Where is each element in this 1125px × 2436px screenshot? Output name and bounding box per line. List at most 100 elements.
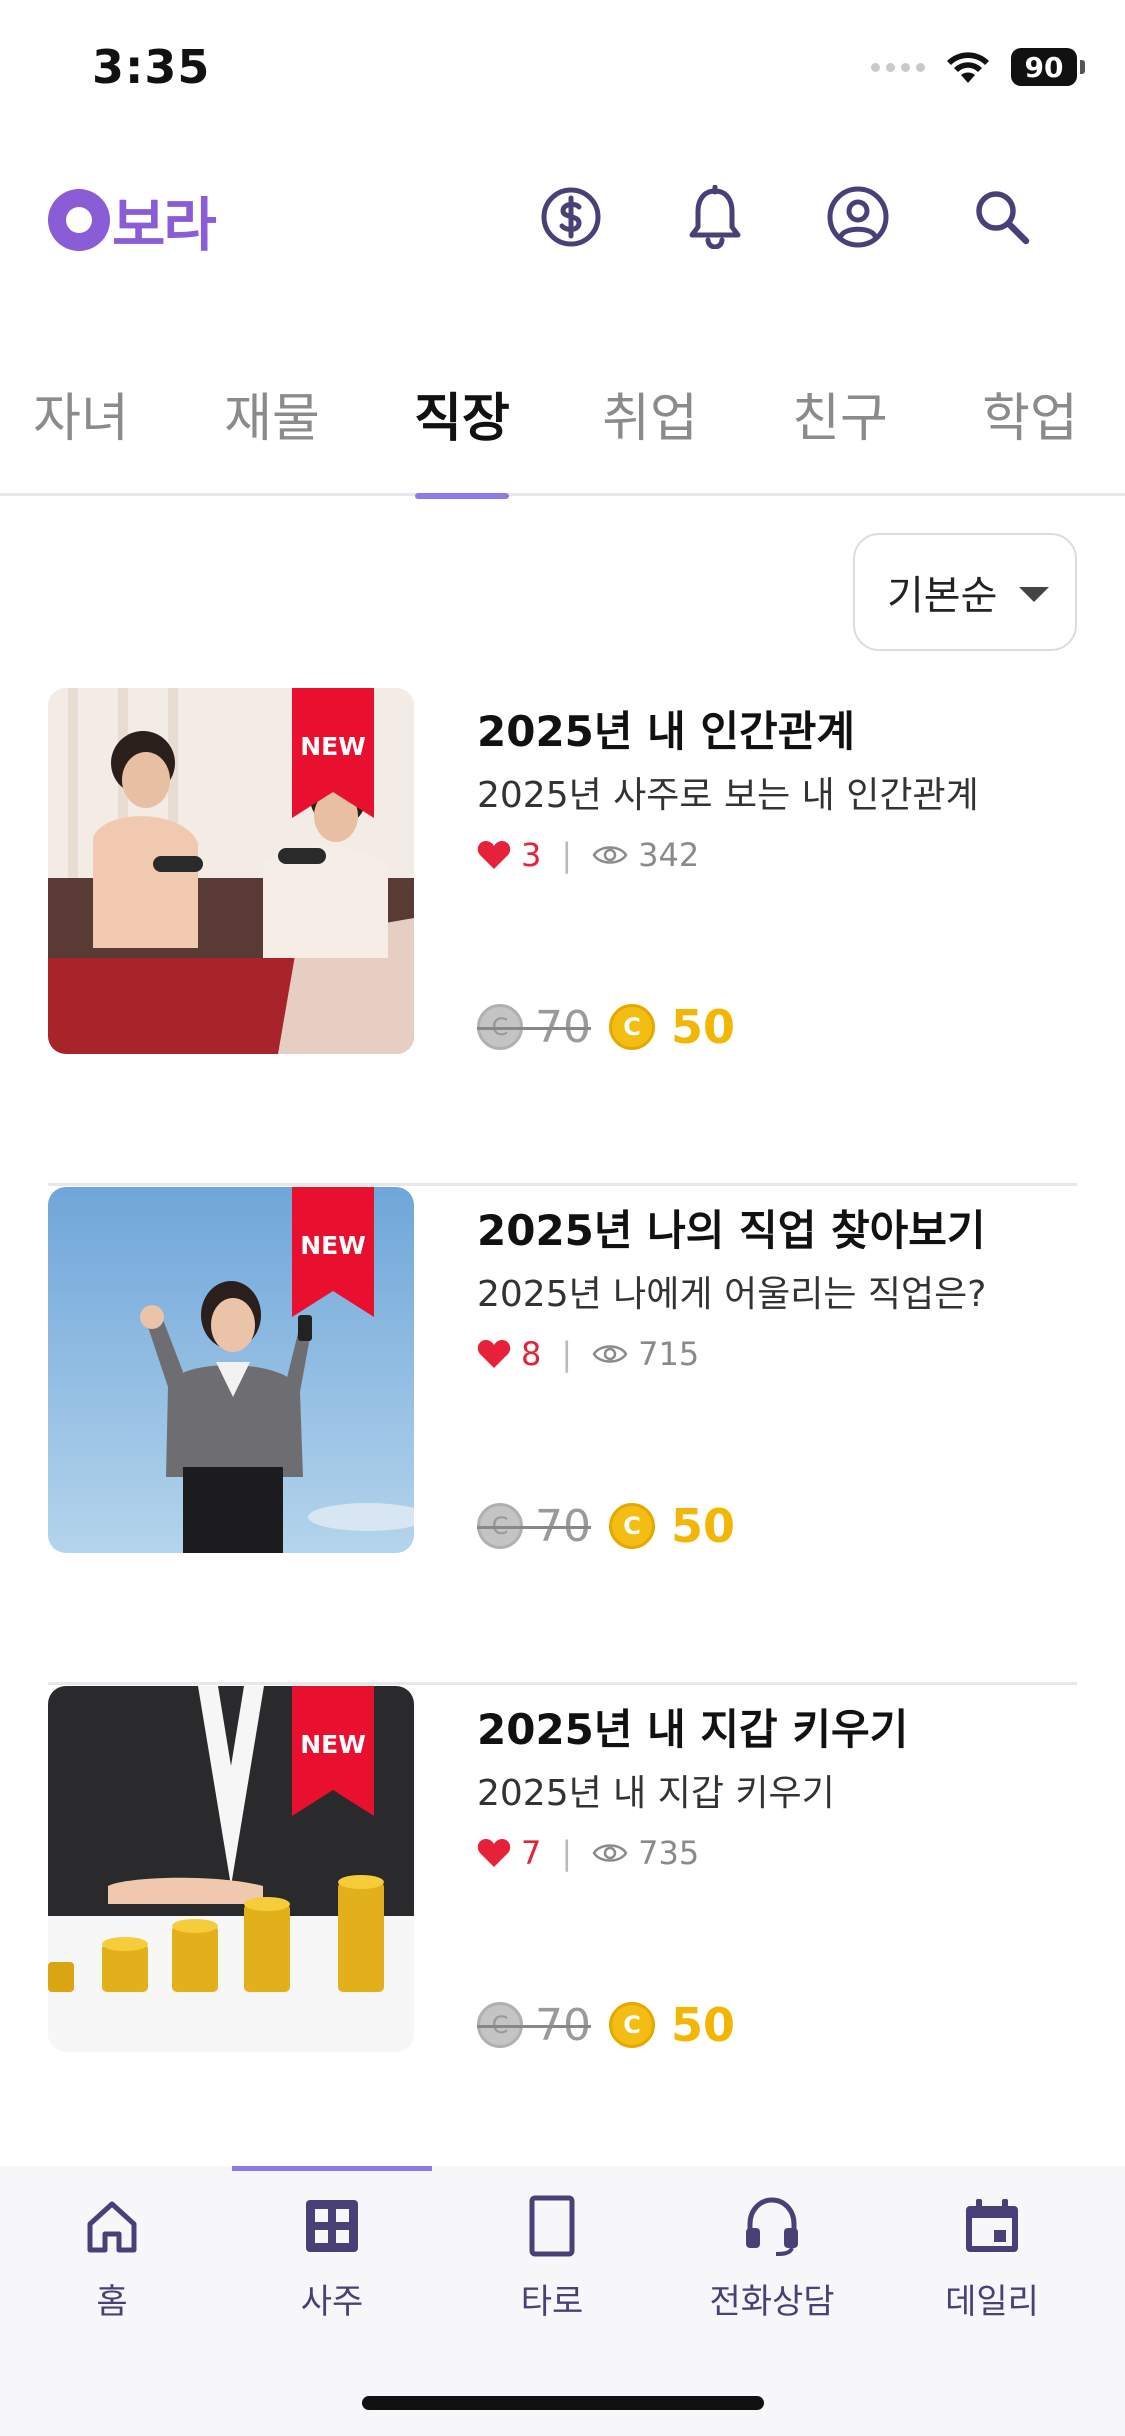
stat-divider: | [561,836,573,874]
bell-icon [689,185,741,249]
nav-label: 홈 [96,2282,128,2322]
original-price: C 70 [477,2000,591,2051]
product-subtitle: 2025년 내 지갑 키우기 [477,1773,835,1814]
tab-children[interactable]: 자녀 [0,368,176,496]
like-count: 3 [521,836,542,874]
grid-icon [306,2200,358,2252]
product-stats: 8 | 715 [477,1335,699,1373]
product-price: C 70 C 50 [477,1499,735,1553]
new-badge-label: NEW [300,732,366,761]
like-count: 7 [521,1834,542,1872]
active-tab-indicator [415,493,509,499]
nav-label: 사주 [300,2282,364,2322]
nav-phone-consult[interactable]: 전화상담 [672,2190,872,2323]
status-time: 3:35 [92,40,211,94]
tab-employment[interactable]: 취업 [555,368,745,496]
coin-icon: C [609,1503,655,1549]
nav-tarot[interactable]: 타로 [452,2190,652,2323]
tarot-card-icon [529,2195,575,2257]
product-subtitle: 2025년 사주로 보는 내 인간관계 [477,775,979,816]
eye-icon [592,1844,628,1862]
eye-icon [592,1345,628,1363]
sale-price: 50 [671,1499,736,1553]
heart-icon [477,1340,511,1368]
coin-button[interactable] [536,182,606,252]
original-price: C 70 [477,1501,591,1552]
battery-level: 90 [1011,48,1077,86]
product-thumbnail[interactable]: NEW [48,1187,414,1553]
stat-divider: | [561,1335,573,1373]
tab-label: 자녀 [33,389,129,449]
tab-label: 취업 [602,389,698,449]
product-title: 2025년 내 지갑 키우기 [477,1705,909,1754]
product-title: 2025년 내 인간관계 [477,707,855,756]
product-card[interactable]: NEW 2025년 내 지갑 키우기 2025년 내 지갑 키우기 7 | 73… [48,1686,1077,2184]
like-count: 8 [521,1335,542,1373]
coin-icon: C [609,2002,655,2048]
tab-wealth[interactable]: 재물 [177,368,367,496]
heart-icon [477,841,511,869]
search-icon [976,191,1030,245]
product-price: C 70 C 50 [477,1000,735,1054]
logo-text: 보라 [112,191,217,259]
headset-icon [746,2197,798,2256]
view-count: 342 [638,836,700,874]
nav-daily[interactable]: 데일리 [892,2190,1092,2323]
product-title: 2025년 나의 직업 찾아보기 [477,1206,986,1255]
tab-label: 직장 [414,389,510,449]
eye-icon [592,846,628,864]
new-badge-label: NEW [300,1231,366,1260]
product-subtitle: 2025년 나에게 어울리는 직업은? [477,1274,987,1315]
new-badge: NEW [292,1187,374,1317]
logo-mark-icon [48,189,110,251]
cellular-signal-icon [871,62,925,72]
view-count: 715 [638,1335,700,1373]
notification-button[interactable] [680,182,750,252]
tab-label: 재물 [224,389,320,449]
active-nav-indicator [232,2166,432,2171]
status-indicators: 90 [871,48,1085,86]
sale-price: 50 [671,1998,736,2052]
profile-button[interactable] [823,182,893,252]
app-logo[interactable]: 보라 [48,178,217,262]
home-icon [87,2201,137,2253]
product-card[interactable]: NEW 2025년 내 인간관계 2025년 사주로 보는 내 인간관계 3 |… [48,688,1077,1186]
sale-price: 50 [671,1000,736,1054]
stat-divider: | [561,1834,573,1872]
sort-dropdown[interactable]: 기본순 [853,533,1077,651]
original-price: C 70 [477,1002,591,1053]
product-stats: 3 | 342 [477,836,699,874]
nav-label: 타로 [520,2282,584,2322]
product-card[interactable]: NEW 2025년 나의 직업 찾아보기 2025년 나에게 어울리는 직업은?… [48,1187,1077,1685]
tab-friends[interactable]: 친구 [745,368,935,496]
nav-saju[interactable]: 사주 [232,2190,432,2323]
tab-label: 친구 [792,389,888,449]
new-badge: NEW [292,1686,374,1816]
status-bar: 3:35 90 [0,0,1125,140]
app-header: 보라 [0,160,1125,270]
category-tabs: 자녀 재물 직장 취업 친구 학업 [0,368,1125,499]
product-thumbnail[interactable]: NEW [48,1686,414,2052]
product-stats: 7 | 735 [477,1834,699,1872]
new-badge-label: NEW [300,1730,366,1759]
sort-label: 기본순 [887,573,998,619]
tab-study[interactable]: 학업 [935,368,1125,496]
home-indicator[interactable] [362,2396,764,2410]
view-count: 735 [638,1834,700,1872]
product-thumbnail[interactable]: NEW [48,688,414,1054]
nav-home[interactable]: 홈 [12,2190,212,2323]
tab-label: 학업 [982,389,1078,449]
product-price: C 70 C 50 [477,1998,735,2052]
calendar-icon [966,2199,1018,2252]
nav-label: 데일리 [945,2282,1039,2322]
battery-icon: 90 [1011,48,1085,86]
new-badge: NEW [292,688,374,818]
coin-icon: C [609,1004,655,1050]
profile-icon [827,186,889,248]
tab-workplace[interactable]: 직장 [367,368,557,499]
search-button[interactable] [967,182,1037,252]
caret-down-icon [1019,587,1049,602]
coin-icon [541,187,601,247]
heart-icon [477,1839,511,1867]
wifi-icon [947,52,989,83]
